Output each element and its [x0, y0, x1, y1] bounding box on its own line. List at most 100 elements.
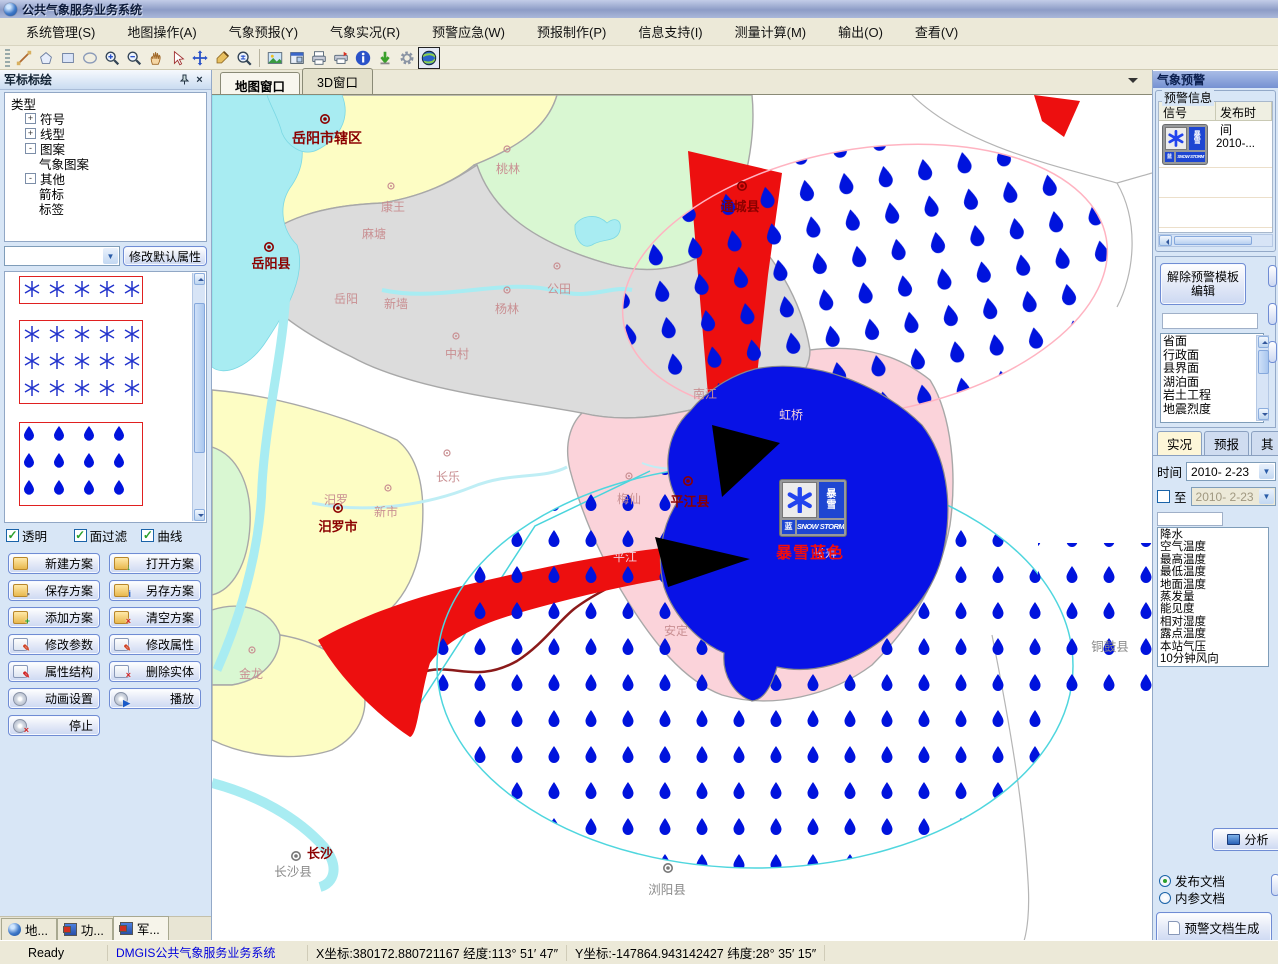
scheme-button[interactable]: ×清空方案 — [109, 607, 201, 628]
radio-internal-doc[interactable]: 内参文档 — [1159, 889, 1225, 906]
tab-other[interactable]: 其 — [1251, 431, 1278, 455]
element-list[interactable]: 降水空气温度最高温度最低温度地面温度蒸发量能见度相对湿度露点温度本站气压10分钟… — [1157, 527, 1269, 667]
tab-functions[interactable]: 功... — [57, 918, 113, 940]
menu-item[interactable]: 地图操作(A) — [111, 19, 212, 44]
tree-item[interactable]: -其他 — [7, 171, 204, 186]
scroll-left-icon[interactable] — [1159, 235, 1172, 246]
close-icon[interactable]: × — [192, 72, 207, 87]
menu-item[interactable]: 查看(V) — [899, 19, 974, 44]
draw-polygon-icon[interactable] — [35, 47, 57, 69]
tab-live[interactable]: 实况 — [1157, 431, 1202, 455]
tab-3d-window[interactable]: 3D窗口 — [302, 68, 373, 94]
element-item[interactable]: 地面温度 — [1160, 579, 1266, 591]
scheme-button[interactable]: ▶播放 — [109, 688, 201, 709]
clipped-button[interactable] — [1268, 303, 1277, 325]
expand-icon[interactable]: + — [25, 113, 36, 124]
scheme-button[interactable]: +添加方案 — [8, 607, 100, 628]
scheme-button[interactable]: ✎修改属性 — [109, 634, 201, 655]
tree-item[interactable]: +线型 — [7, 126, 204, 141]
clipped-button[interactable] — [1268, 265, 1277, 287]
modify-default-button[interactable]: 修改默认属性 — [123, 246, 207, 266]
tree-item[interactable]: 气象图案 — [7, 156, 204, 171]
tab-dropdown-icon[interactable] — [1128, 78, 1138, 88]
element-item[interactable]: 空气温度 — [1160, 541, 1266, 553]
globe-view-icon[interactable] — [418, 47, 440, 69]
menu-item[interactable]: 信息支持(I) — [622, 19, 718, 44]
toolbar-grip-icon[interactable] — [5, 49, 10, 67]
scheme-button[interactable]: ↓打开方案 — [109, 553, 201, 574]
element-item[interactable]: 相对湿度 — [1160, 616, 1266, 628]
pan-hand-icon[interactable] — [145, 47, 167, 69]
swatch-scrollbar[interactable] — [192, 273, 205, 521]
symbol-combo[interactable]: ▼ — [4, 246, 120, 266]
scheme-button[interactable]: 新建方案 — [8, 553, 100, 574]
scheme-button[interactable]: ✎修改参数 — [8, 634, 100, 655]
style-picker-icon[interactable] — [211, 47, 233, 69]
layer-item[interactable]: 县界面 — [1163, 362, 1261, 376]
draw-rectangle-icon[interactable] — [57, 47, 79, 69]
rain-pattern-swatch[interactable] — [19, 422, 143, 506]
checkbox-face-filter[interactable]: ✓面过滤 — [74, 526, 138, 545]
scroll-thumb[interactable] — [1174, 236, 1252, 245]
snow-pattern-swatch-partial[interactable] — [19, 276, 143, 304]
radio-publish-doc[interactable]: 发布文档 — [1159, 872, 1225, 889]
layer-list[interactable]: 省面行政面县界面湖泊面岩土工程地震烈度 — [1160, 333, 1264, 423]
checkbox-curve[interactable]: ✓曲线 — [141, 526, 205, 545]
scheme-button[interactable]: ✎属性结构 — [8, 661, 100, 682]
scroll-up-icon[interactable] — [1258, 336, 1269, 348]
snowstorm-sign[interactable]: 暴雪 蓝 SNOW STORM — [779, 479, 847, 537]
import-icon[interactable] — [374, 47, 396, 69]
menu-item[interactable]: 气象实况(R) — [314, 19, 416, 44]
scroll-down-icon[interactable] — [1258, 408, 1269, 420]
scheme-button[interactable]: i另存方案 — [109, 580, 201, 601]
element-item[interactable]: 本站气压 — [1160, 641, 1266, 653]
tree-item[interactable]: 箭标 — [7, 186, 204, 201]
select-cursor-icon[interactable] — [167, 47, 189, 69]
tree-item[interactable]: -图案 — [7, 141, 204, 156]
pin-icon[interactable] — [177, 72, 192, 87]
collapse-icon[interactable]: - — [25, 173, 36, 184]
scheme-button[interactable]: 动画设置 — [8, 688, 100, 709]
expand-icon[interactable]: + — [25, 128, 36, 139]
menu-item[interactable]: 气象预报(Y) — [213, 19, 314, 44]
element-item[interactable]: 最高温度 — [1160, 554, 1266, 566]
layer-item[interactable]: 地震烈度 — [1163, 403, 1261, 417]
clipped-button[interactable] — [1271, 874, 1278, 896]
analyze-button[interactable]: 分析 — [1212, 828, 1278, 851]
layer-item[interactable]: 省面 — [1163, 335, 1261, 349]
element-item[interactable]: 10分钟风向 — [1160, 653, 1266, 665]
info-icon[interactable] — [352, 47, 374, 69]
tab-map-layers[interactable]: 地... — [1, 918, 57, 940]
warning-row[interactable]: 暴雪 蓝SNOW STORM 2010-... — [1159, 121, 1272, 168]
scroll-up-icon[interactable] — [194, 273, 205, 285]
scroll-thumb[interactable] — [1258, 350, 1269, 374]
menu-item[interactable]: 输出(O) — [822, 19, 899, 44]
snow-pattern-swatch[interactable] — [19, 320, 143, 404]
element-item[interactable]: 蒸发量 — [1160, 591, 1266, 603]
layer-item[interactable]: 行政面 — [1163, 349, 1261, 363]
tree-item[interactable]: +符号 — [7, 111, 204, 126]
tree-item[interactable]: 类型 — [7, 96, 204, 111]
zoom-in-icon[interactable] — [101, 47, 123, 69]
element-item[interactable]: 露点温度 — [1160, 628, 1266, 640]
scroll-down-icon[interactable] — [194, 509, 205, 521]
print-setup-icon[interactable] — [330, 47, 352, 69]
layer-item[interactable]: 岩土工程 — [1163, 389, 1261, 403]
checkbox-to[interactable]: ✓ — [1157, 490, 1170, 503]
tree-item[interactable]: 标签 — [7, 201, 204, 216]
clipped-button[interactable] — [1268, 341, 1277, 363]
scroll-thumb[interactable] — [194, 303, 205, 453]
scheme-button[interactable]: ×删除实体 — [109, 661, 201, 682]
image-manager-icon[interactable] — [264, 47, 286, 69]
element-item[interactable]: 能见度 — [1160, 603, 1266, 615]
draw-line-icon[interactable] — [13, 47, 35, 69]
menu-item[interactable]: 预报制作(P) — [521, 19, 622, 44]
element-item[interactable]: 最低温度 — [1160, 566, 1266, 578]
settings-gear-icon[interactable] — [396, 47, 418, 69]
tab-forecast[interactable]: 预报 — [1204, 431, 1249, 455]
scheme-button[interactable]: ×停止 — [8, 715, 100, 736]
element-item[interactable]: 降水 — [1160, 529, 1266, 541]
layer-item[interactable]: 湖泊面 — [1163, 376, 1261, 390]
print-icon[interactable] — [308, 47, 330, 69]
window-manager-icon[interactable] — [286, 47, 308, 69]
